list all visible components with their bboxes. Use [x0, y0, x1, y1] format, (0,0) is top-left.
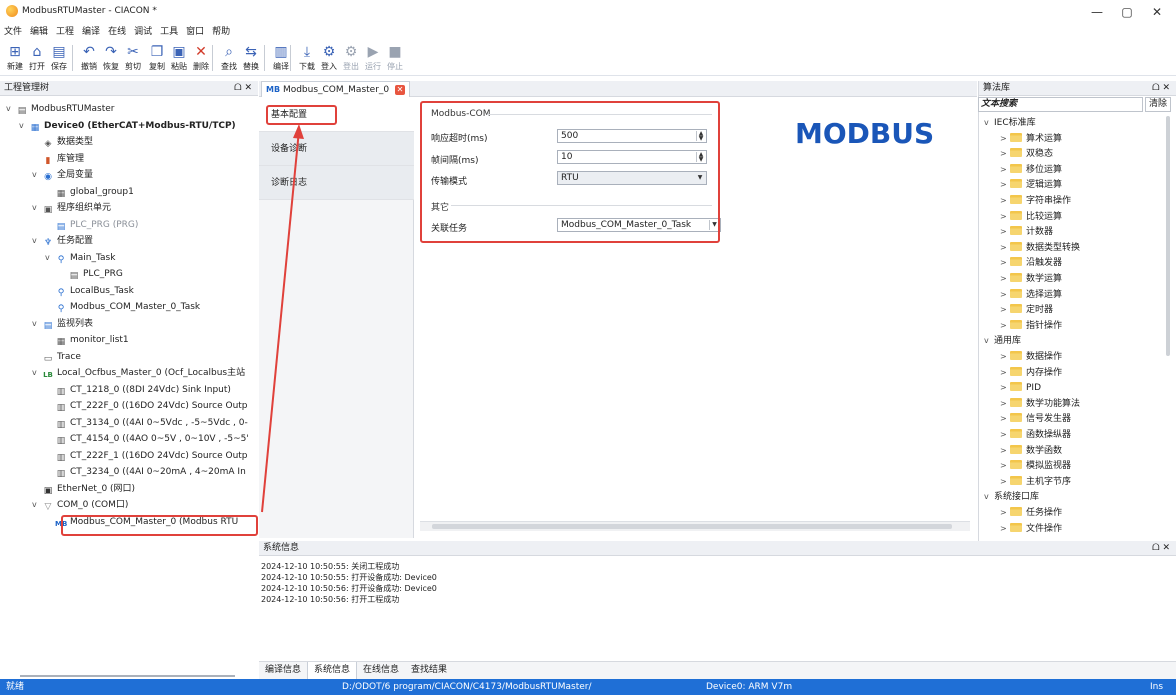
status-ready: 就绪: [6, 682, 25, 692]
status-insert-mode: Ins: [1150, 682, 1164, 692]
annotation-arrow: [261, 124, 304, 513]
status-device: Device0: ARM V7m: [706, 682, 793, 692]
status-bar: 就绪 D:/ODOT/6 program/CIACON/C4173/Modbus…: [0, 679, 1176, 695]
status-path: D:/ODOT/6 program/CIACON/C4173/ModbusRTU…: [342, 682, 592, 692]
